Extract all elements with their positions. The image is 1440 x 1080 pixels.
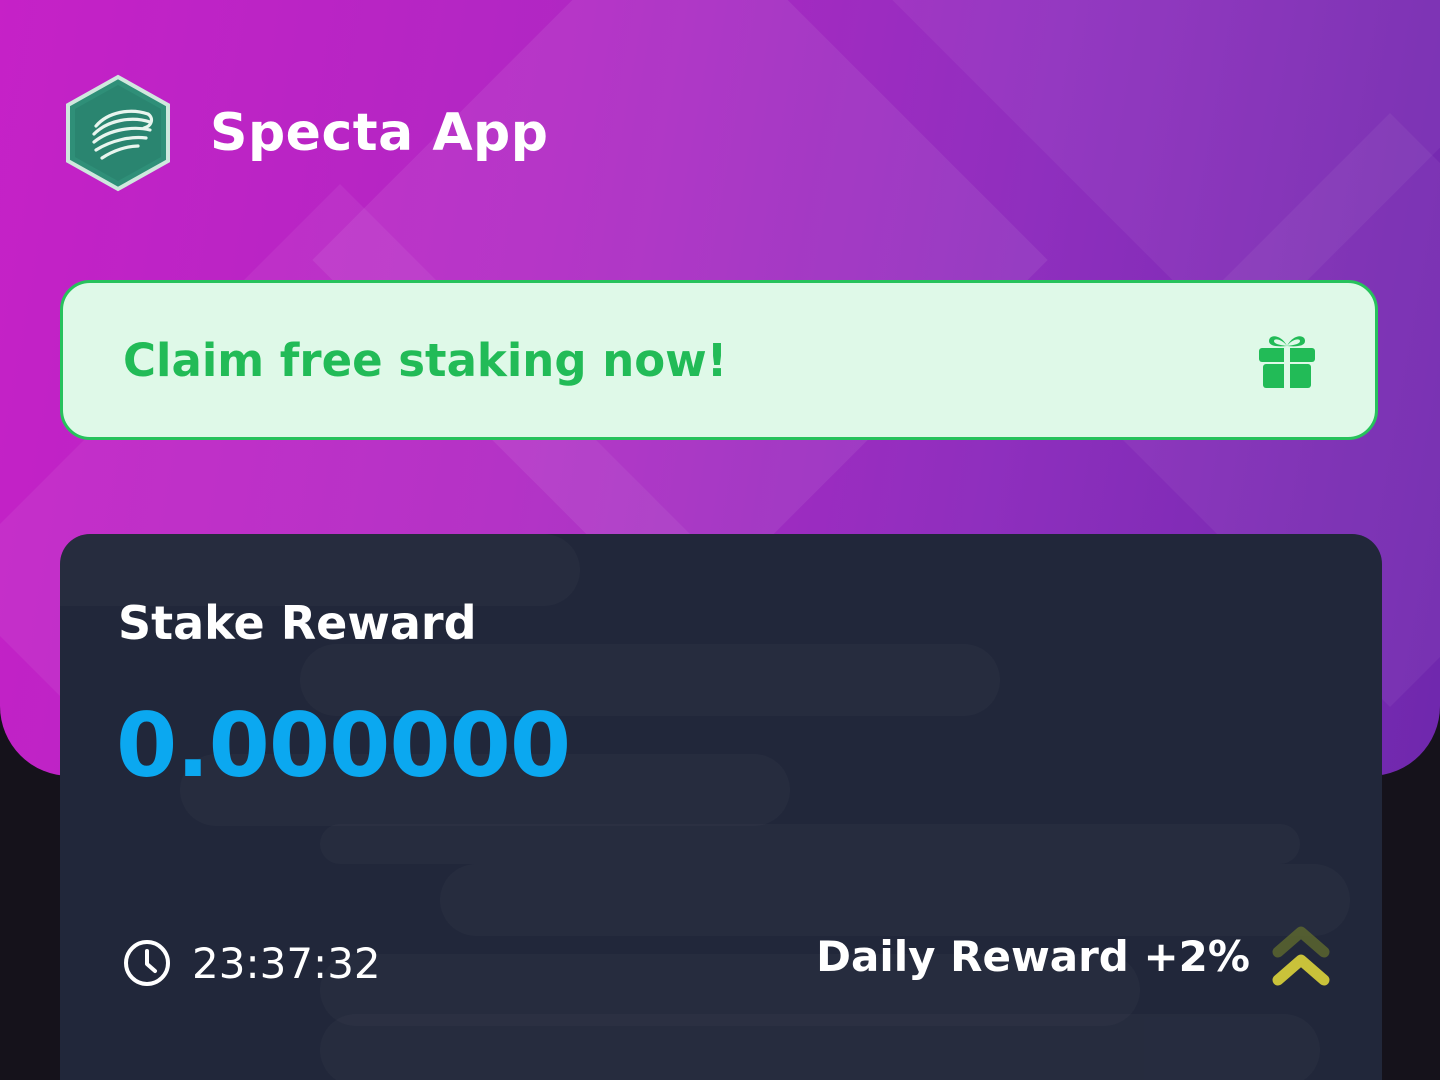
daily-reward: Daily Reward +2%: [816, 918, 1330, 994]
timer-value: 23:37:32: [192, 938, 381, 988]
card-decoration: [320, 824, 1300, 864]
claim-staking-label: Claim free staking now!: [123, 333, 728, 387]
stake-reward-title: Stake Reward: [118, 596, 477, 650]
app-title: Specta App: [210, 103, 549, 163]
double-chevron-up-icon: [1272, 926, 1330, 986]
app-screen: Specta App Claim free staking now! Stake…: [0, 0, 1440, 1080]
card-decoration: [320, 1014, 1320, 1080]
app-header: Specta App: [64, 74, 549, 192]
stake-reward-card: Stake Reward 0.000000 23:37:32 Daily Rew…: [60, 534, 1382, 1080]
stake-reward-value: 0.000000: [116, 694, 571, 797]
specta-logo-icon: [66, 74, 170, 192]
clock-icon: [124, 940, 170, 986]
claim-staking-button[interactable]: Claim free staking now!: [60, 280, 1378, 440]
countdown-timer: 23:37:32: [122, 938, 381, 988]
gift-icon: [1259, 336, 1315, 388]
daily-reward-label: Daily Reward +2%: [816, 931, 1250, 981]
